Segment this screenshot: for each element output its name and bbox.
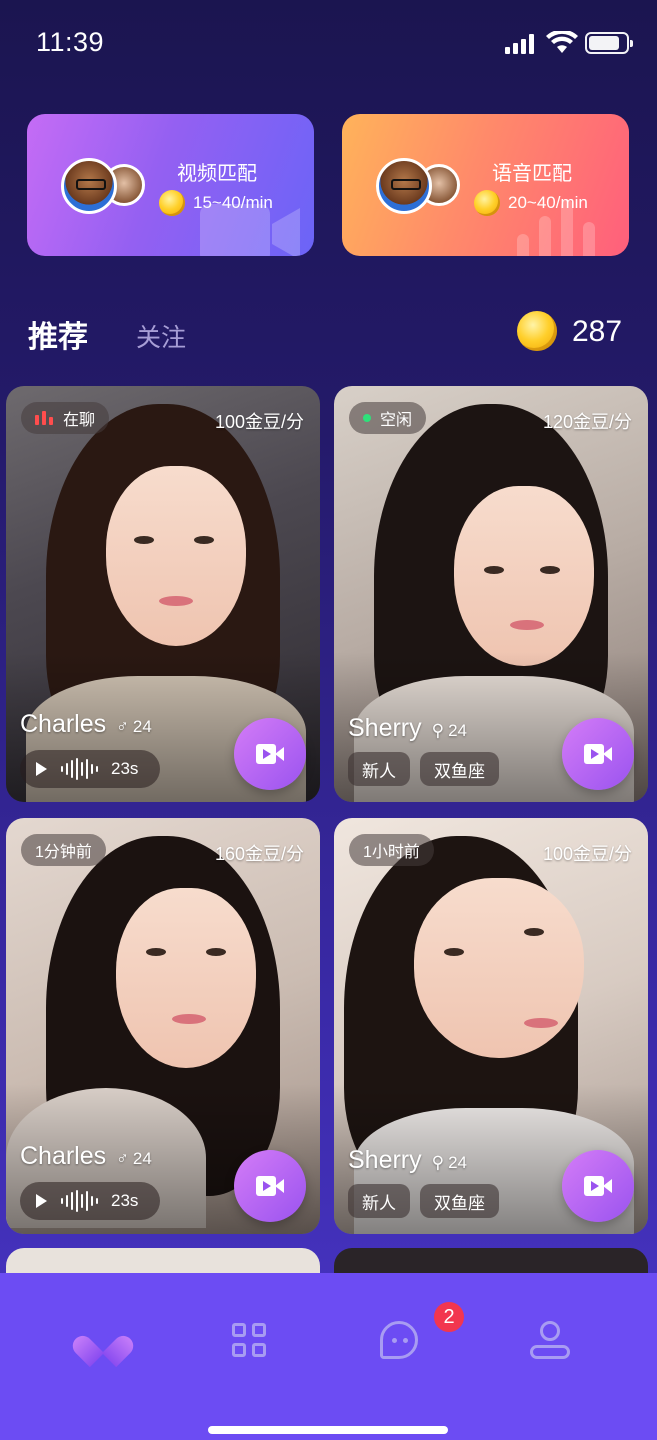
video-match-price: 15~40/min: [193, 193, 273, 212]
user-name-row: Charles ♂ 24: [20, 1142, 152, 1171]
tab-recommend[interactable]: 推荐: [28, 312, 88, 356]
user-card[interactable]: 空闲 120金豆/分 Sherry ⚲ 24 新人 双鱼座: [334, 386, 648, 802]
user-name-row: Charles ♂ 24: [20, 710, 152, 739]
video-call-icon: [584, 1176, 612, 1196]
voice-duration: 23s: [111, 759, 139, 778]
video-call-button[interactable]: [562, 718, 634, 790]
voice-intro-player[interactable]: 23s: [20, 750, 160, 788]
status-text: 1分钟前: [35, 844, 92, 861]
price-rate: 160金豆/分: [214, 844, 304, 864]
user-card[interactable]: 在聊 100金豆/分 Charles ♂ 24 23s: [6, 386, 320, 802]
voice-match-price: 20~40/min: [508, 193, 588, 212]
home-indicator[interactable]: [208, 1426, 448, 1434]
status-badge: 在聊: [21, 402, 110, 434]
user-age: 24: [448, 1153, 468, 1172]
voice-duration: 23s: [111, 1191, 139, 1210]
wifi-icon: [546, 31, 578, 53]
nav-home[interactable]: [76, 1315, 128, 1367]
tag-zodiac: 双鱼座: [420, 1184, 499, 1218]
video-call-icon: [584, 744, 612, 764]
grid-icon: [232, 1323, 268, 1359]
female-icon: ⚲: [431, 721, 445, 740]
waveform-icon: [61, 1190, 99, 1212]
video-call-icon: [256, 744, 284, 764]
nav-messages[interactable]: [374, 1315, 426, 1367]
status-text: 空闲: [380, 412, 413, 429]
play-icon: [36, 762, 47, 776]
tab-follow[interactable]: 关注: [136, 318, 186, 354]
status-badge: 1分钟前: [21, 834, 106, 866]
online-dot-icon: [363, 414, 371, 422]
price-rate: 100金豆/分: [214, 412, 304, 432]
tag-newbie: 新人: [348, 1184, 410, 1218]
tag-newbie: 新人: [348, 752, 410, 786]
male-icon: ♂: [116, 717, 129, 736]
status-text: 在聊: [63, 412, 96, 429]
video-match-card[interactable]: 视频匹配 15~40/min: [27, 114, 314, 256]
user-age: 24: [448, 721, 468, 740]
user-age: 24: [132, 717, 152, 736]
status-time: 11:39: [36, 27, 105, 57]
chat-icon: [380, 1321, 418, 1359]
tag-zodiac: 双鱼座: [420, 752, 499, 786]
female-icon: ⚲: [431, 1153, 445, 1172]
status-badge: 1小时前: [349, 834, 434, 866]
user-name: Charles: [20, 1142, 107, 1170]
voice-intro-player[interactable]: 23s: [20, 1182, 160, 1220]
user-name: Sherry: [348, 1146, 422, 1174]
coin-icon[interactable]: [517, 311, 557, 351]
video-call-icon: [256, 1176, 284, 1196]
bottom-nav: [0, 1273, 657, 1440]
heart-icon: [84, 1323, 120, 1357]
user-card[interactable]: [334, 1248, 648, 1273]
user-age: 24: [132, 1149, 152, 1168]
status-badge: 空闲: [349, 402, 427, 434]
avatar: [61, 158, 117, 214]
status-bar: 11:39: [0, 0, 657, 90]
play-icon: [36, 1194, 47, 1208]
user-card[interactable]: [6, 1248, 320, 1273]
nav-profile[interactable]: [524, 1315, 576, 1367]
user-name-row: Sherry ⚲ 24: [348, 714, 467, 743]
status-text: 1小时前: [363, 844, 420, 861]
price-rate: 100金豆/分: [542, 844, 632, 864]
user-name: Charles: [20, 710, 107, 738]
voice-match-card[interactable]: 语音匹配 20~40/min: [342, 114, 629, 256]
video-match-title: 视频匹配: [177, 163, 257, 185]
user-name-row: Sherry ⚲ 24: [348, 1146, 467, 1175]
profile-icon: [540, 1321, 560, 1341]
video-call-button[interactable]: [562, 1150, 634, 1222]
user-card[interactable]: 1小时前 100金豆/分 Sherry ⚲ 24 新人 双鱼座: [334, 818, 648, 1234]
price-rate: 120金豆/分: [542, 412, 632, 432]
user-card[interactable]: 1分钟前 160金豆/分 Charles ♂ 24 23s: [6, 818, 320, 1234]
battery-icon: [585, 32, 633, 54]
avatar: [376, 158, 432, 214]
message-badge: 2: [432, 1300, 466, 1334]
coin-icon: [474, 190, 500, 216]
nav-discover[interactable]: [224, 1315, 276, 1367]
coin-icon: [159, 190, 185, 216]
male-icon: ♂: [116, 1149, 129, 1168]
user-grid: 在聊 100金豆/分 Charles ♂ 24 23s 空闲 120金豆/分 S…: [0, 380, 657, 1273]
voice-match-title: 语音匹配: [492, 163, 572, 185]
signal-icon: [505, 34, 535, 54]
user-name: Sherry: [348, 714, 422, 742]
sound-bars-icon: [35, 411, 53, 425]
video-call-button[interactable]: [234, 718, 306, 790]
video-call-button[interactable]: [234, 1150, 306, 1222]
waveform-icon: [61, 758, 99, 780]
coin-balance[interactable]: 287: [572, 315, 622, 349]
